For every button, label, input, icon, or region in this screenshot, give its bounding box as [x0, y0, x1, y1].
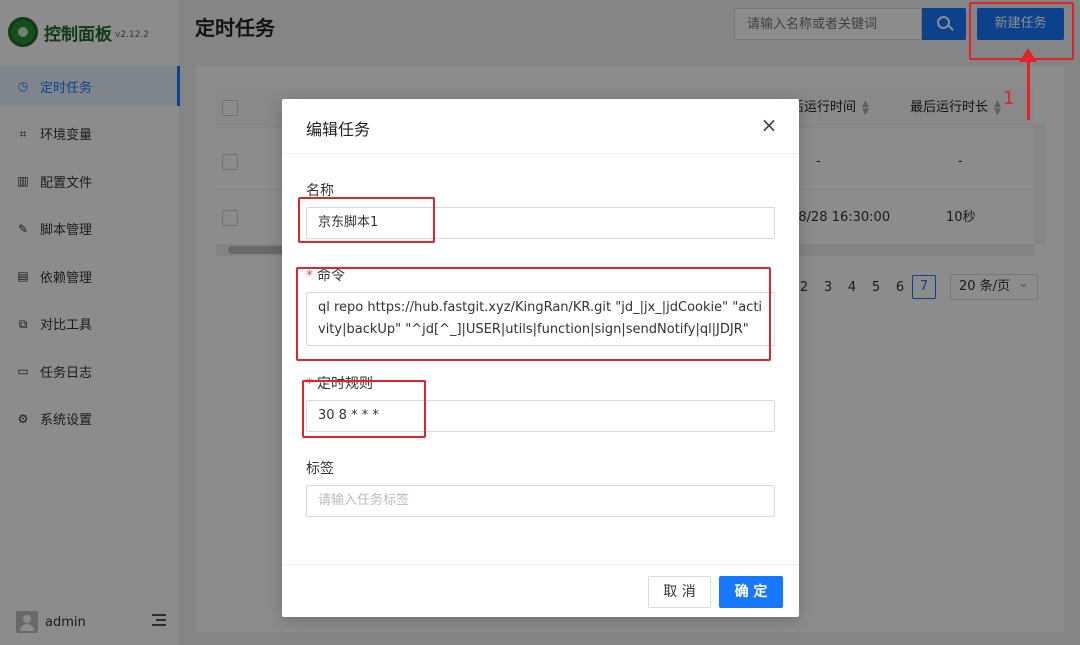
annotation-box-command: [296, 267, 771, 361]
close-icon[interactable]: ×: [757, 113, 781, 137]
annotation-box-schedule: [302, 380, 426, 438]
modal-title: 编辑任务: [306, 120, 371, 139]
annotation-box-name: [298, 197, 435, 243]
tag-field[interactable]: 请输入任务标签: [306, 485, 775, 517]
annotation-step-number: 1: [1003, 88, 1015, 109]
modal-footer: 取 消 确 定: [282, 564, 799, 617]
confirm-button[interactable]: 确 定: [719, 576, 783, 608]
tag-label: 标签: [306, 461, 334, 477]
modal-header: 编辑任务 ×: [282, 99, 799, 154]
annotation-arrow: [1019, 48, 1037, 120]
cancel-button[interactable]: 取 消: [648, 576, 711, 608]
